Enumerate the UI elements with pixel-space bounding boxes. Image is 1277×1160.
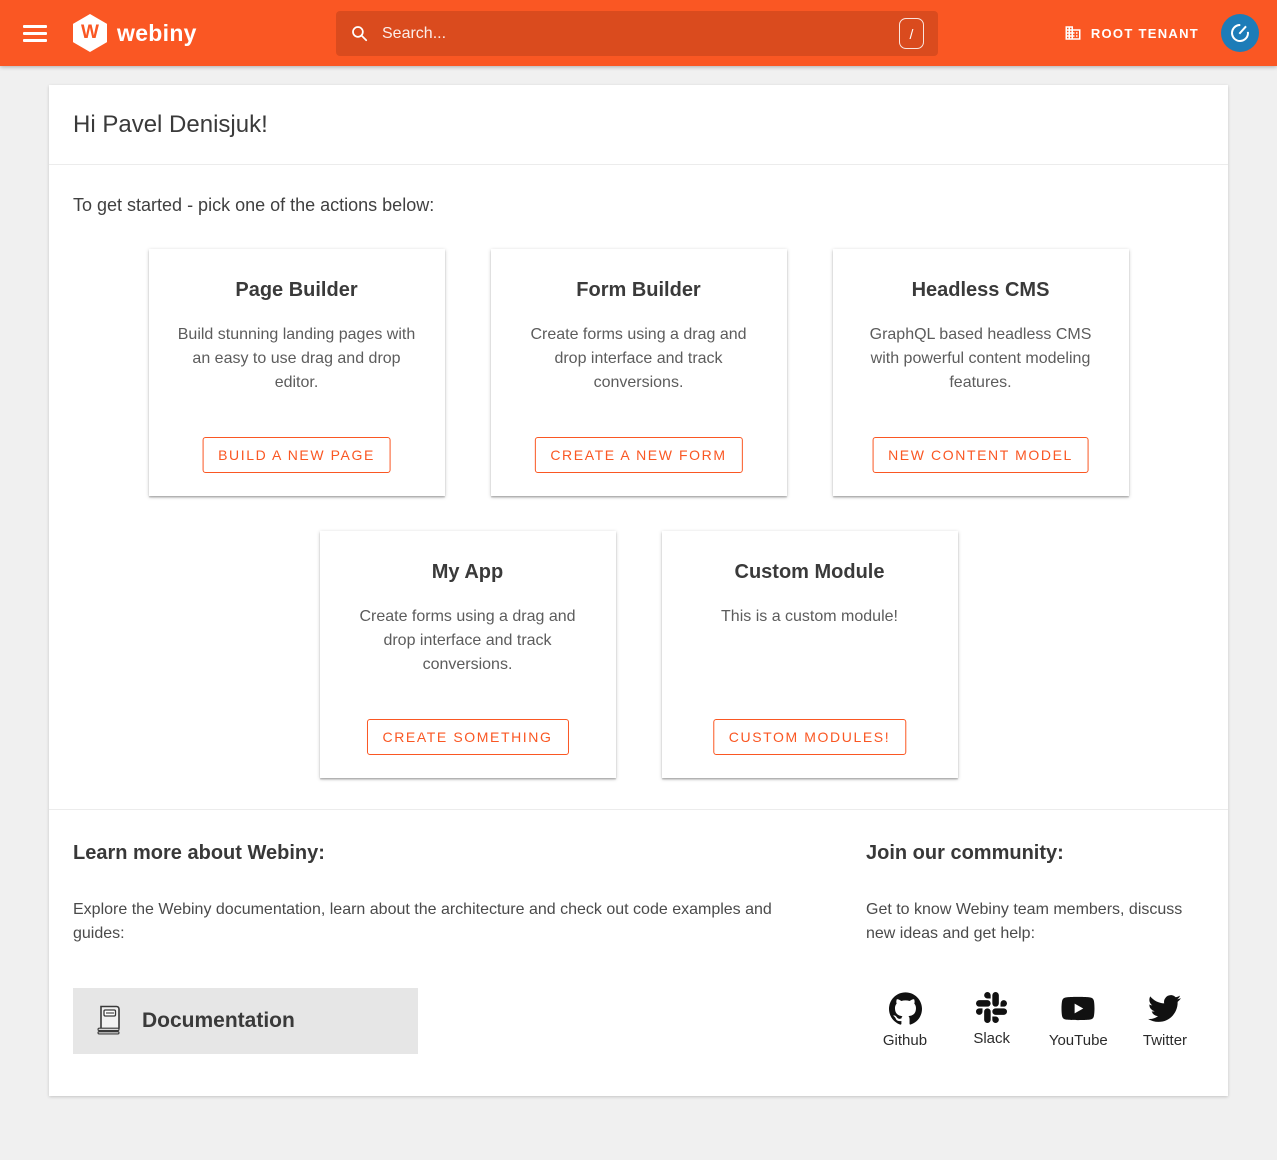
search-icon [350,24,369,43]
brand-wordmark: webiny [117,20,197,47]
search-input[interactable] [382,25,899,43]
community-text: Get to know Webiny team members, discuss… [866,898,1204,946]
slack-link[interactable]: Slack [955,992,1029,1049]
custom-modules-button[interactable]: CUSTOM MODULES! [713,719,906,755]
top-app-bar: W webiny / ROOT TENANT [0,0,1277,66]
hamburger-menu-icon[interactable] [23,21,47,46]
cards-row-1: Page Builder Build stunning landing page… [73,249,1204,496]
twitter-link[interactable]: Twitter [1128,992,1202,1049]
webiny-hexagon-icon: W [73,14,107,52]
learn-more-text: Explore the Webiny documentation, learn … [73,898,797,946]
twitter-label: Twitter [1143,1032,1187,1049]
create-new-form-button[interactable]: CREATE A NEW FORM [534,437,742,473]
power-avatar-icon [1223,16,1257,50]
create-something-button[interactable]: CREATE SOMETHING [366,719,568,755]
card-my-app: My App Create forms using a drag and dro… [320,531,616,778]
new-content-model-button[interactable]: NEW CONTENT MODEL [872,437,1089,473]
youtube-label: YouTube [1049,1032,1108,1049]
tenant-selector[interactable]: ROOT TENANT [1064,24,1199,42]
learn-more-column: Learn more about Webiny: Explore the Web… [73,842,797,1054]
logo-letter: W [81,22,99,44]
search-bar: / [336,11,938,56]
card-description: Build stunning landing pages with an eas… [177,323,417,395]
slash-shortcut-badge: / [899,18,924,49]
card-title: Custom Module [690,561,930,584]
greeting-title: Hi Pavel Denisjuk! [73,111,1204,139]
webiny-logo[interactable]: W webiny [73,14,197,52]
card-description: Create forms using a drag and drop inter… [519,323,759,395]
learn-more-heading: Learn more about Webiny: [73,842,797,865]
slack-label: Slack [973,1030,1010,1047]
user-avatar[interactable] [1221,14,1259,52]
header-right-group: ROOT TENANT [1064,14,1259,52]
card-title: My App [348,561,588,584]
building-icon [1064,24,1082,42]
footer-section: Learn more about Webiny: Explore the Web… [49,810,1228,1096]
get-started-intro: To get started - pick one of the actions… [73,195,1204,216]
cards-row-2: My App Create forms using a drag and dro… [73,531,1204,778]
card-form-builder: Form Builder Create forms using a drag a… [491,249,787,496]
main-panel: Hi Pavel Denisjuk! To get started - pick… [49,85,1228,1096]
get-started-section: To get started - pick one of the actions… [49,165,1228,810]
card-description: This is a custom module! [690,605,930,629]
tenant-label: ROOT TENANT [1091,26,1199,41]
build-new-page-button[interactable]: BUILD A NEW PAGE [202,437,391,473]
card-page-builder: Page Builder Build stunning landing page… [149,249,445,496]
github-label: Github [883,1032,927,1049]
card-headless-cms: Headless CMS GraphQL based headless CMS … [833,249,1129,496]
github-icon [889,992,922,1025]
card-title: Form Builder [519,279,759,302]
youtube-icon [1061,992,1095,1025]
documentation-button[interactable]: Documentation [73,988,418,1054]
page: W webiny / ROOT TENANT [0,0,1277,1160]
community-heading: Join our community: [866,842,1204,865]
card-description: Create forms using a drag and drop inter… [348,605,588,677]
card-title: Headless CMS [861,279,1101,302]
twitter-icon [1148,992,1181,1025]
book-icon [93,1004,125,1038]
community-column: Join our community: Get to know Webiny t… [866,842,1204,1054]
card-description: GraphQL based headless CMS with powerful… [861,323,1101,395]
welcome-section: Hi Pavel Denisjuk! [49,85,1228,165]
social-links: Github Slack YouTube [866,992,1204,1049]
github-link[interactable]: Github [868,992,942,1049]
documentation-label: Documentation [142,1009,295,1033]
card-title: Page Builder [177,279,417,302]
card-custom-module: Custom Module This is a custom module! C… [662,531,958,778]
slack-icon [976,992,1007,1023]
youtube-link[interactable]: YouTube [1041,992,1115,1049]
